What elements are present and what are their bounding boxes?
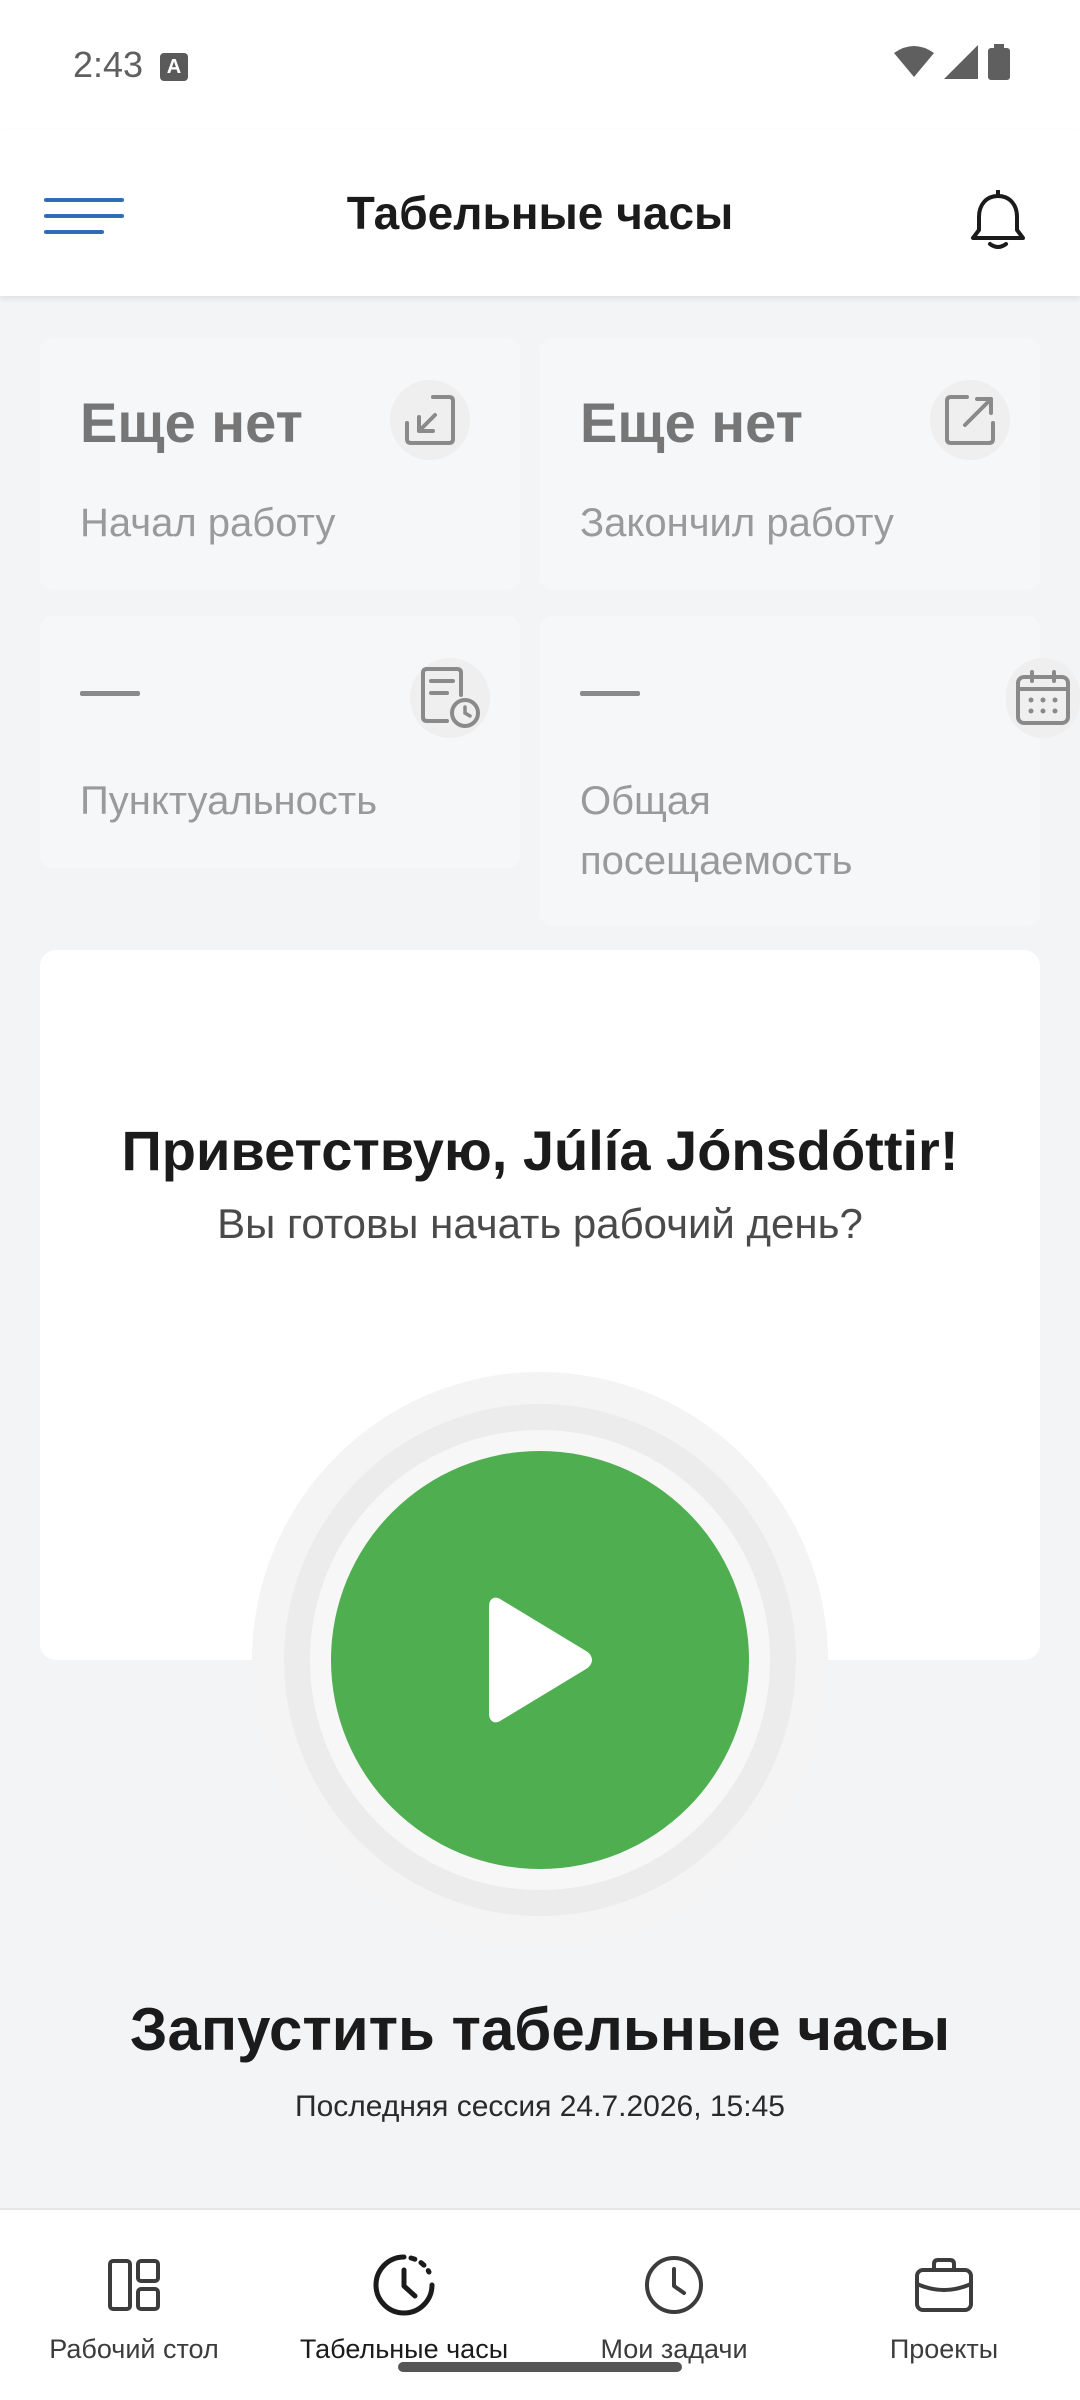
- started-card: Еще нет Начал работу: [40, 338, 520, 590]
- notification-icon: A: [160, 53, 188, 81]
- sign-out-icon: [945, 395, 995, 445]
- clock-arrow-icon: [369, 2250, 439, 2320]
- nav-label-projects: Проекты: [889, 2334, 999, 2364]
- finished-label: Закончил работу: [580, 501, 894, 545]
- finished-value: Еще нет: [580, 391, 803, 454]
- punctuality-label: Пунктуальность: [80, 779, 378, 823]
- calendar-icon-wrap: [1006, 658, 1080, 738]
- last-session-text: Последняя сессия 24.7.2026, 15:45: [295, 2090, 785, 2123]
- play-icon: [489, 1597, 592, 1723]
- home-indicator[interactable]: [398, 2362, 682, 2372]
- greeting-title: Приветствую, Júlía Jónsdóttir!: [121, 1119, 959, 1182]
- app-header: Табельные часы: [0, 130, 1080, 296]
- document-clock-icon: [421, 667, 480, 728]
- attendance-label: Общая посещаемость: [580, 771, 852, 891]
- nav-label-time-clock: Табельные часы: [299, 2334, 509, 2364]
- greeting-subtitle: Вы готовы начать рабочий день?: [217, 1200, 863, 1247]
- nav-item-dashboard[interactable]: Рабочий стол: [14, 2250, 254, 2365]
- calendar-icon: [1016, 670, 1070, 725]
- clock-icon: [639, 2250, 709, 2320]
- punctuality-value: —: [80, 691, 140, 696]
- status-time: 2:43: [73, 44, 144, 85]
- started-value: Еще нет: [80, 391, 303, 454]
- nav-label-dashboard: Рабочий стол: [49, 2334, 219, 2364]
- dashboard-icon: [99, 2250, 169, 2320]
- nav-item-projects[interactable]: Проекты: [824, 2250, 1064, 2365]
- finished-card: Еще нет Закончил работу: [540, 338, 1040, 590]
- punctuality-icon-wrap: [410, 658, 490, 738]
- start-clock-label: Запустить табельные часы: [129, 1996, 951, 2063]
- notifications-button[interactable]: [968, 189, 1028, 252]
- status-bar: 2:43 A: [0, 0, 1080, 130]
- attendance-label-line2: посещаемость: [580, 839, 853, 883]
- attendance-card: — Общая посещаемость: [540, 616, 1080, 926]
- nav-item-time-clock[interactable]: Табельные часы: [284, 2250, 524, 2365]
- punctuality-card: — Пунктуальность: [40, 616, 520, 868]
- sign-out-icon-wrap: [930, 380, 1010, 460]
- nav-label-my-tasks: Мои задачи: [600, 2334, 748, 2364]
- briefcase-icon: [909, 2250, 979, 2320]
- status-icons: [894, 44, 1010, 80]
- sign-in-icon-wrap: [390, 380, 470, 460]
- wifi-icon: [894, 46, 934, 77]
- signal-icon: [944, 45, 978, 79]
- battery-icon: [988, 44, 1010, 80]
- attendance-value: —: [580, 691, 640, 696]
- sign-in-icon: [405, 395, 455, 445]
- nav-item-my-tasks[interactable]: Мои задачи: [554, 2250, 794, 2365]
- bell-icon: [971, 189, 1025, 249]
- page-title: Табельные часы: [346, 187, 734, 239]
- started-label: Начал работу: [80, 501, 336, 545]
- attendance-label-line1: Общая: [580, 779, 711, 823]
- start-clock-button[interactable]: [331, 1451, 749, 1869]
